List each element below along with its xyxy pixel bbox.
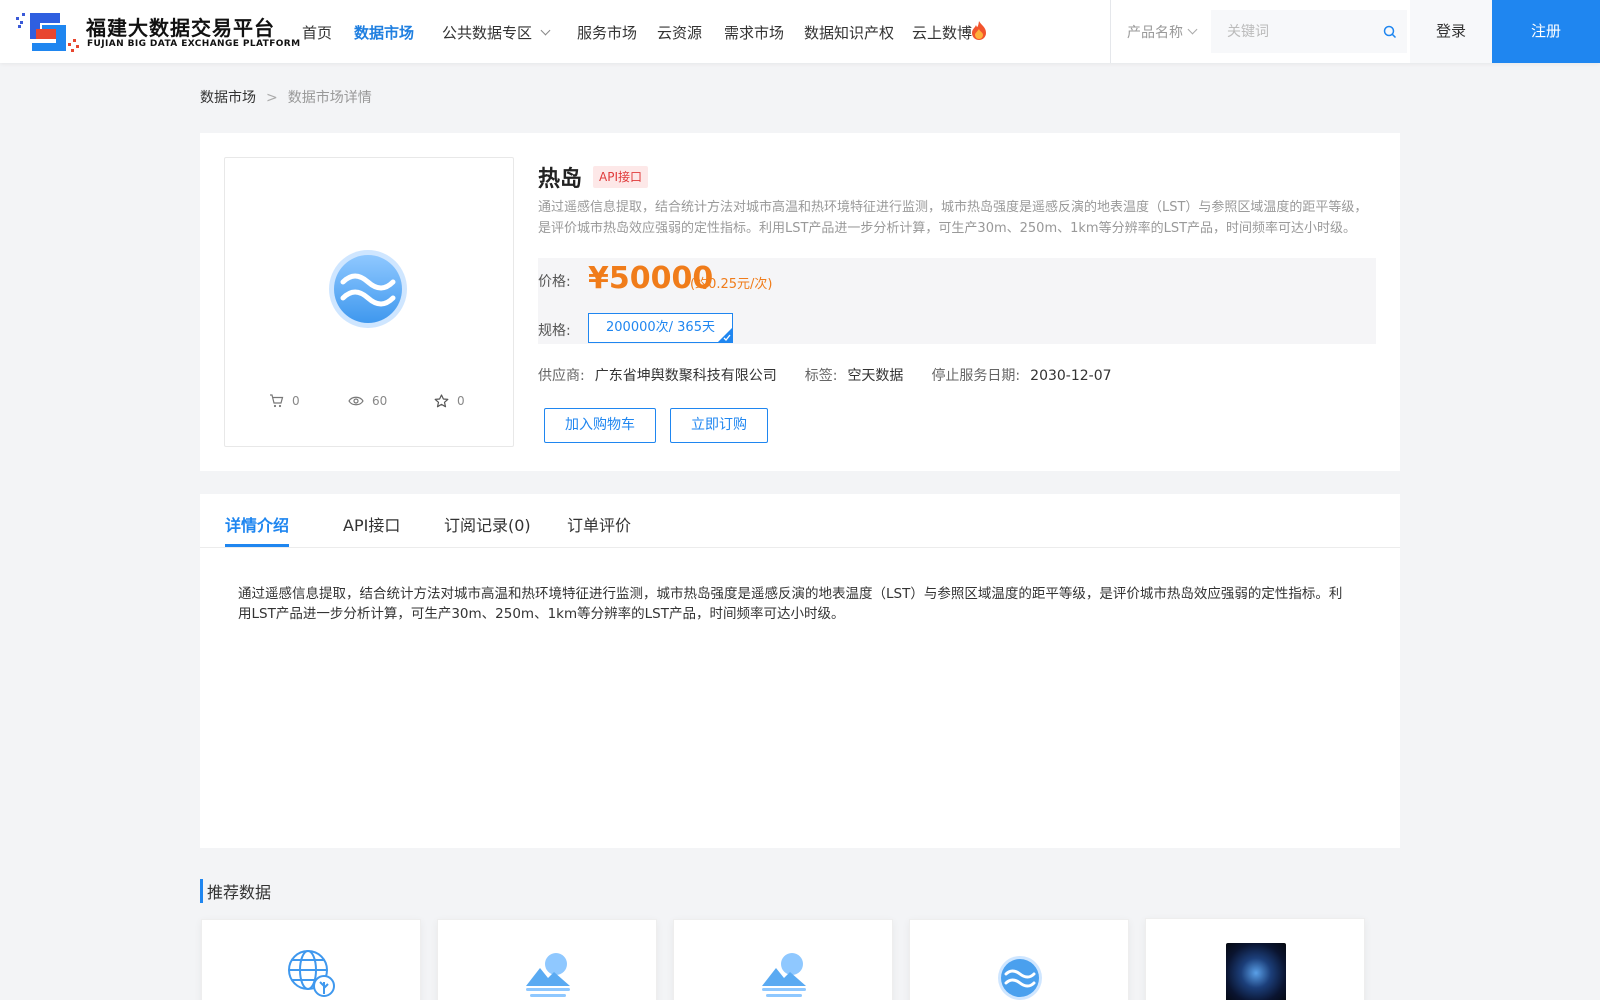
spec-label: 规格:	[538, 323, 571, 339]
check-corner-icon	[718, 328, 732, 342]
price-block: 价格: ¥50000 (约0.25元/次) 规格: 200000次/ 365天	[538, 258, 1376, 344]
recommended-card[interactable]	[437, 919, 657, 1000]
login-button[interactable]: 登录	[1410, 0, 1492, 63]
nav-item-cloud-resources[interactable]: 云资源	[657, 22, 702, 43]
cart-count-value: 0	[292, 394, 300, 408]
earth-photo	[1226, 943, 1286, 1000]
search-bar: 产品名称	[1110, 0, 1410, 63]
active-tab-indicator	[225, 544, 289, 547]
price-label: 价格:	[538, 274, 571, 290]
detail-tabs: 详情介绍 API接口 订阅记录(0) 订单评价	[200, 494, 1400, 548]
product-thumbnail: 0 60 0	[224, 157, 514, 447]
stop-date-value: 2030-12-07	[1030, 368, 1112, 384]
nav-item-demand-market[interactable]: 需求市场	[724, 22, 784, 43]
search-category-select[interactable]: 产品名称	[1127, 22, 1198, 42]
section-marker	[200, 879, 203, 903]
product-title: 热岛	[538, 167, 583, 192]
site-logo[interactable]: 福建大数据交易平台 FUJIAN BIG DATA EXCHANGE PLATF…	[16, 9, 300, 55]
eye-icon	[348, 396, 364, 405]
product-meta: 供应商: 广东省坤舆数聚科技有限公司 标签: 空天数据 停止服务日期: 2030-12-0…	[538, 365, 1140, 385]
top-header: 福建大数据交易平台 FUJIAN BIG DATA EXCHANGE PLATF…	[0, 0, 1600, 63]
logo-mark-icon	[16, 13, 79, 52]
spec-option[interactable]: 200000次/ 365天	[588, 313, 733, 343]
breadcrumb-current: 数据市场详情	[287, 90, 372, 106]
detail-description: 通过遥感信息提取，结合统计方法对城市高温和热环境特征进行监测，城市热岛强度是遥感…	[238, 586, 1343, 622]
nav-item-service-market[interactable]: 服务市场	[577, 22, 637, 43]
recommended-card[interactable]	[201, 919, 421, 1000]
search-category-label: 产品名称	[1127, 25, 1183, 41]
nav-item-home[interactable]: 首页	[302, 22, 332, 43]
logo-subtitle: FUJIAN BIG DATA EXCHANGE PLATFORM	[87, 39, 301, 49]
recommended-title: 推荐数据	[207, 883, 272, 902]
recommended-card[interactable]	[909, 919, 1129, 1000]
tab-api[interactable]: API接口	[343, 512, 400, 536]
recommended-card[interactable]	[673, 919, 893, 1000]
spec-option-label: 200000次/ 365天	[606, 320, 715, 335]
search-input[interactable]	[1211, 10, 1407, 53]
favorite-count-value: 0	[457, 394, 465, 408]
favorite-count: 0	[434, 393, 465, 409]
supplier-label: 供应商:	[538, 368, 585, 384]
tag-label: 标签:	[804, 368, 838, 384]
nav-item-public-data[interactable]: 公共数据专区	[442, 22, 551, 43]
stop-date-label: 停止服务日期:	[931, 368, 1021, 384]
nav-item-data-market[interactable]: 数据市场	[354, 22, 414, 43]
cart-count: 0	[269, 393, 300, 409]
recommended-card[interactable]	[1145, 918, 1365, 1000]
star-icon	[434, 393, 449, 407]
tab-reviews[interactable]: 订单评价	[567, 512, 631, 536]
water-waves-icon	[329, 250, 407, 328]
water-waves-icon	[998, 956, 1042, 1000]
tag-value: 空天数据	[847, 368, 904, 384]
view-count-value: 60	[372, 394, 388, 408]
breadcrumb: 数据市场 > 数据市场详情	[200, 87, 372, 107]
price-unit: (约0.25元/次)	[690, 277, 773, 292]
search-icon[interactable]	[1383, 25, 1397, 39]
add-to-cart-button[interactable]: 加入购物车	[544, 408, 656, 443]
buy-now-button[interactable]: 立即订购	[670, 408, 768, 443]
detail-section: 详情介绍 API接口 订阅记录(0) 订单评价 通过遥感信息提取，结合统计方法对…	[200, 494, 1400, 848]
product-description: 通过遥感信息提取，结合统计方法对城市高温和热环境特征进行监测，城市热岛强度是遥感…	[538, 200, 1368, 236]
chevron-down-icon	[1187, 24, 1198, 35]
supplier-value: 广东省坤舆数聚科技有限公司	[594, 368, 777, 384]
breadcrumb-separator: >	[266, 90, 278, 106]
api-badge: API接口	[593, 166, 648, 188]
view-count: 60	[348, 394, 387, 408]
mountain-sun-icon	[526, 953, 570, 997]
nav-item-cloud-expo[interactable]: 云上数博	[912, 22, 972, 43]
globe-plant-icon	[288, 950, 335, 997]
register-button[interactable]: 注册	[1492, 0, 1600, 63]
fire-icon	[972, 21, 986, 40]
nav-item-data-ip[interactable]: 数据知识产权	[804, 22, 894, 43]
tab-subscriptions[interactable]: 订阅记录(0)	[444, 512, 531, 536]
breadcrumb-home[interactable]: 数据市场	[200, 90, 256, 106]
nav-item-public-data-label: 公共数据专区	[442, 24, 533, 42]
logo-title: 福建大数据交易平台	[86, 16, 275, 40]
mountain-sun-icon	[762, 953, 806, 997]
product-card: 0 60 0 热岛 API接口 通过遥感信息提取，结合统计方法对城市高温和热环境…	[200, 133, 1400, 471]
tab-details[interactable]: 详情介绍	[225, 512, 289, 536]
chevron-down-icon	[540, 25, 551, 36]
cart-icon	[270, 393, 284, 407]
